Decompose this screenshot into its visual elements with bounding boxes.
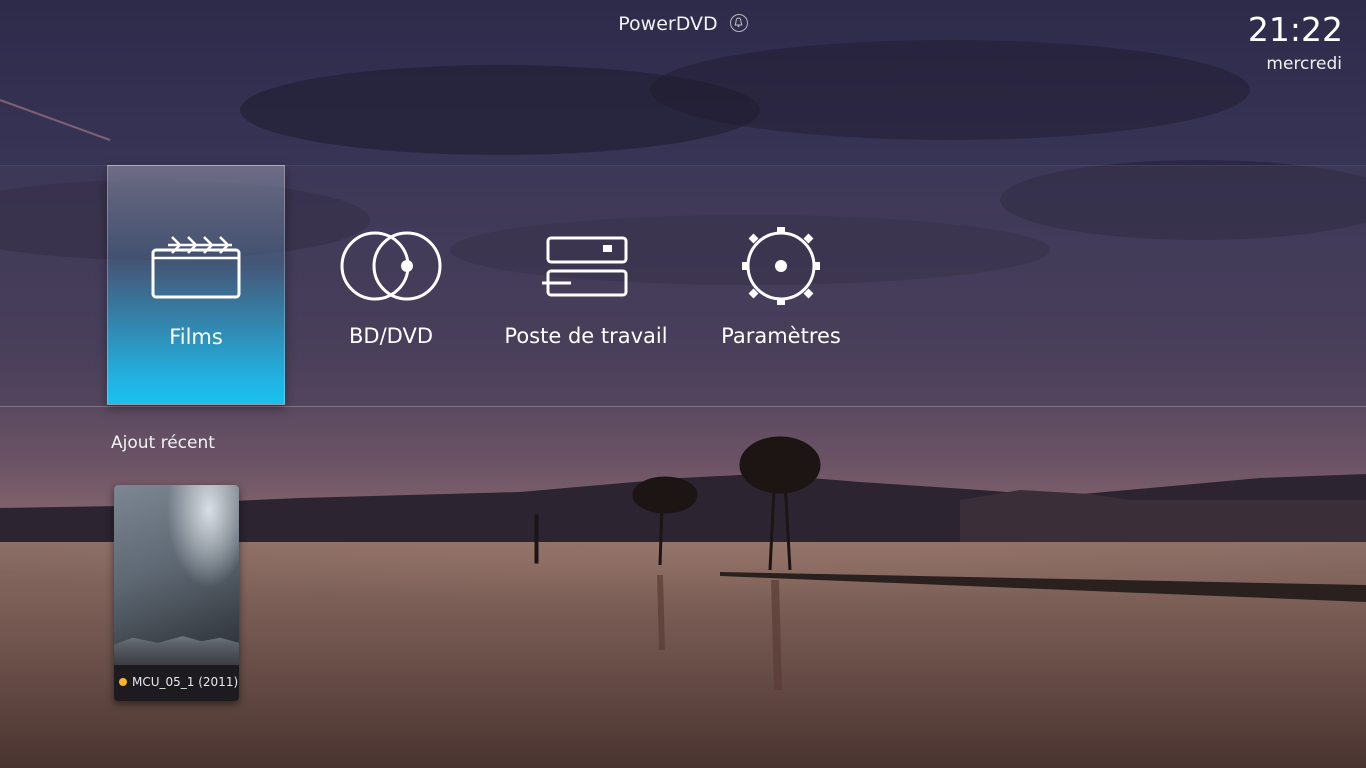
clapperboard-icon [108,226,284,316]
menu-item-films[interactable]: Films [107,165,285,405]
media-caption: MCU_05_1 (2011) [119,675,238,689]
menu-item-poste-de-travail[interactable]: Poste de travail [497,165,675,405]
clock-time: 21:22 [1247,10,1343,49]
app-title-bar: PowerDVD [0,13,1366,35]
recent-section-title: Ajout récent [111,433,215,453]
new-status-dot [119,678,127,686]
gear-icon [692,225,870,315]
media-thumbnail [114,485,239,665]
menu-item-label: Paramètres [721,324,841,348]
media-title: MCU_05_1 (2011) [132,675,239,689]
menu-item-parametres[interactable]: Paramètres [692,165,870,405]
bell-icon[interactable] [729,14,748,32]
menu-item-label: Films [169,325,223,349]
clock-day: mercredi [1266,54,1342,74]
media-card[interactable]: MCU_05_1 (2011) [114,485,239,701]
drives-icon [497,225,675,315]
menu-item-label: BD/DVD [349,324,433,348]
disc-icon [302,225,480,315]
app-title: PowerDVD [618,13,718,35]
menu-item-label: Poste de travail [504,324,668,348]
menu-item-bd-dvd[interactable]: BD/DVD [302,165,480,405]
